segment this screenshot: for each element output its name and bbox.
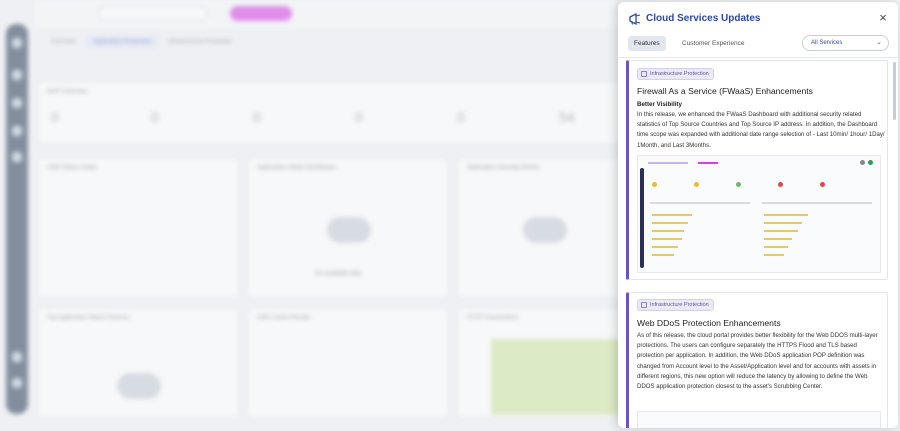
attack-distribution-card: Application Attack Distribution No avail… <box>248 158 448 298</box>
card-title: Application Security Events <box>467 165 540 171</box>
feedback-button[interactable] <box>230 6 292 21</box>
stat-value: 0 <box>151 109 159 125</box>
security-events-card: Application Security Events <box>458 158 628 298</box>
panel-header: Cloud Services Updates × <box>618 2 898 36</box>
home-icon[interactable] <box>12 38 22 48</box>
update-card: Infrastructure Protection Firewall As a … <box>626 60 888 280</box>
stat-value: 0 <box>457 109 465 125</box>
stat-value: 0 <box>355 109 363 125</box>
tab-application-protection[interactable]: Application Protection <box>86 36 159 48</box>
stat-value: 54 <box>559 109 575 125</box>
stat-value: 0 <box>253 109 261 125</box>
screenshot-row <box>764 230 798 232</box>
card-title: Application Attack Distribution <box>257 165 337 171</box>
screenshot-bar <box>762 202 872 204</box>
dashboard-screenshot <box>637 411 881 428</box>
close-icon[interactable]: × <box>876 11 890 25</box>
area-chart <box>491 339 625 415</box>
category-tag-label: Infrastructure Protection <box>650 302 709 308</box>
screenshot-row <box>764 246 788 248</box>
update-subtitle: Better Visibility <box>637 101 682 108</box>
stat-value: 0 <box>51 109 59 125</box>
grid-icon[interactable] <box>12 98 22 108</box>
waf-summary-card: WAF Summary 0 0 0 0 0 54 <box>38 82 628 144</box>
update-title: Firewall As a Service (FWaaS) Enhancemen… <box>637 86 813 96</box>
cloud-icon <box>523 217 567 243</box>
screenshot-row <box>764 222 802 224</box>
screenshot-chip <box>694 182 699 187</box>
screenshot-sidebar <box>640 168 644 268</box>
tab-features[interactable]: Features <box>628 36 666 51</box>
screenshot-row <box>764 254 784 256</box>
screenshot-row <box>652 214 692 216</box>
screenshot-row <box>652 254 674 256</box>
tab-customer-experience[interactable]: Customer Experience <box>676 36 751 51</box>
shield-icon <box>641 302 647 308</box>
help-icon[interactable] <box>12 352 22 362</box>
shield-icon[interactable] <box>12 70 22 80</box>
user-icon[interactable] <box>12 126 22 136</box>
scrollbar[interactable] <box>893 62 896 120</box>
divider <box>618 57 898 58</box>
screenshot-row <box>652 238 682 240</box>
attack-sources-card: Top Application Attack Sources <box>38 308 238 418</box>
category-tag: Infrastructure Protection <box>637 68 714 80</box>
card-title: WAF Summary <box>47 89 88 95</box>
screenshot-bar <box>698 162 718 164</box>
megaphone-icon <box>629 12 641 26</box>
update-body: In this release, we enhanced the FWaaS D… <box>637 111 885 149</box>
card-title: CDN Cache Results <box>257 315 311 321</box>
screenshot-chip <box>820 182 825 187</box>
update-body: As of this release, the cloud portal pro… <box>637 332 878 391</box>
services-filter-value: All Services <box>811 40 843 46</box>
screenshot-row <box>764 238 792 240</box>
app-sidebar <box>6 24 28 414</box>
screenshot-row <box>652 230 684 232</box>
dashboard-tabs: Overview Application Protection Infrastruc… <box>44 36 242 48</box>
category-tag-label: Infrastructure Protection <box>650 71 709 77</box>
cloud-updates-panel: Cloud Services Updates × Features Custom… <box>618 2 898 428</box>
account-select[interactable] <box>98 6 208 21</box>
logout-icon[interactable] <box>12 378 22 388</box>
screenshot-row <box>652 246 678 248</box>
cdn-cache-card: CDN Cache Results <box>248 308 448 418</box>
update-title: Web DDoS Protection Enhancements <box>637 318 781 328</box>
no-data-text: No available data <box>315 271 362 277</box>
search-icon[interactable] <box>12 152 22 162</box>
card-title: Top Application Attack Sources <box>47 315 130 321</box>
cloud-icon <box>117 373 161 399</box>
updates-list[interactable]: Infrastructure Protection Firewall As a … <box>626 60 892 428</box>
status-dot <box>860 160 865 165</box>
screenshot-chip <box>736 182 741 187</box>
card-title: HTTP Transactions <box>467 315 519 321</box>
status-dot <box>868 160 873 165</box>
screenshot-row <box>652 222 688 224</box>
cloud-icon <box>327 217 371 243</box>
category-tag: Infrastructure Protection <box>637 299 714 311</box>
screenshot-row <box>764 214 808 216</box>
tab-infrastructure-protection[interactable]: Infrastructure Protection <box>161 36 239 48</box>
update-card: Infrastructure Protection Web DDoS Prote… <box>626 292 888 428</box>
screenshot-chip <box>778 182 783 187</box>
screenshot-chip <box>652 182 657 187</box>
shield-icon <box>641 71 647 77</box>
tab-overview[interactable]: Overview <box>44 36 83 48</box>
screenshot-bar <box>648 162 688 164</box>
card-title: CDN Status Codes <box>47 165 98 171</box>
dashboard-screenshot <box>637 155 881 273</box>
chevron-down-icon: ⌄ <box>876 39 882 46</box>
screenshot-bar <box>650 202 750 204</box>
http-transactions-card: HTTP Transactions <box>458 308 628 418</box>
panel-title: Cloud Services Updates <box>646 13 761 24</box>
services-filter-select[interactable]: All Services ⌄ <box>802 35 889 51</box>
cdn-status-codes-card: CDN Status Codes <box>38 158 238 298</box>
